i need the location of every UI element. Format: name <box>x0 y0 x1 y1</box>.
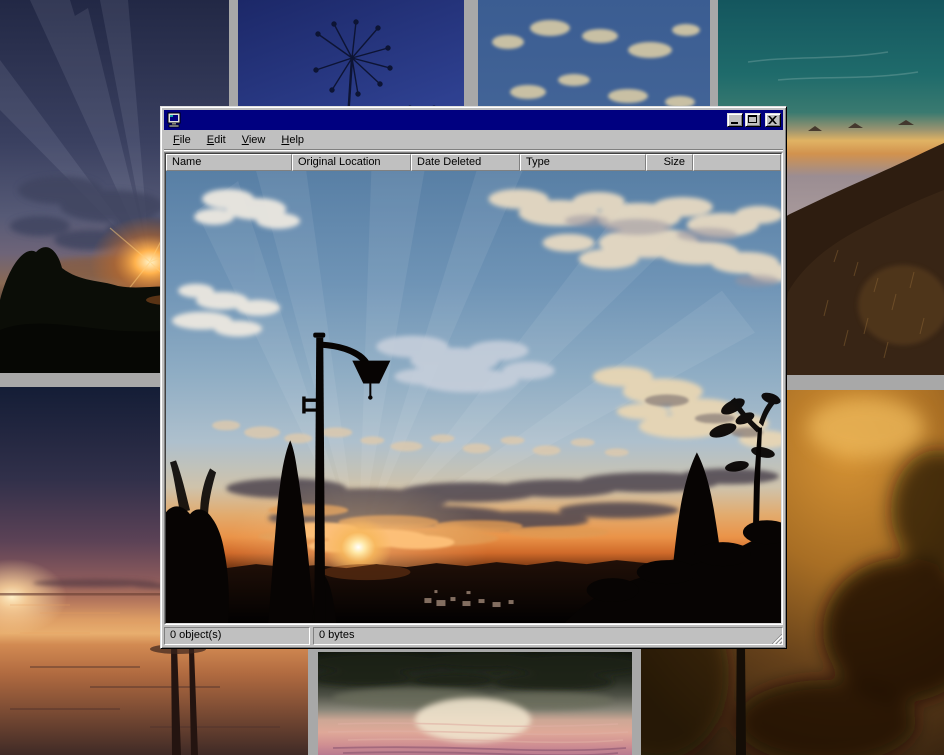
minimize-button[interactable] <box>727 113 743 127</box>
close-icon <box>768 116 777 124</box>
menu-file-accel: F <box>173 134 180 146</box>
resize-grip-icon[interactable] <box>770 632 782 644</box>
status-object-count: 0 object(s) <box>164 627 310 645</box>
sunset-lamp-photo <box>166 171 781 623</box>
status-bar: 0 object(s) 0 bytes <box>164 627 783 645</box>
menu-bar: File Edit View Help <box>164 131 783 149</box>
menu-view-accel: V <box>242 134 249 146</box>
minimize-icon <box>731 122 738 124</box>
window-titlebar[interactable] <box>164 110 783 130</box>
column-header-original-location[interactable]: Original Location <box>292 154 411 171</box>
status-total-size: 0 bytes <box>313 627 783 645</box>
menu-help-label: elp <box>289 134 304 146</box>
column-header-type[interactable]: Type <box>520 154 646 171</box>
menu-help[interactable]: Help <box>273 133 312 148</box>
menu-file[interactable]: File <box>165 133 199 148</box>
menu-view[interactable]: View <box>234 133 274 148</box>
close-button[interactable] <box>765 113 781 127</box>
menu-edit-accel: E <box>207 134 214 146</box>
menu-view-label: iew <box>249 134 266 146</box>
column-header-row: Name Original Location Date Deleted Type… <box>166 154 781 171</box>
menu-file-label: ile <box>180 134 191 146</box>
recycle-bin-window: File Edit View Help Name Original Locati… <box>160 106 787 649</box>
desktop: { "desktop": { "background_color": "#a8a… <box>0 0 944 755</box>
column-header-blank[interactable] <box>693 154 781 171</box>
column-header-date-deleted[interactable]: Date Deleted <box>411 154 520 171</box>
maximize-icon <box>748 115 757 123</box>
maximize-button[interactable] <box>745 113 761 127</box>
menu-edit-label: dit <box>214 134 226 146</box>
column-header-size[interactable]: Size <box>646 154 693 171</box>
menu-edit[interactable]: Edit <box>199 133 234 148</box>
water-reflection-image <box>318 652 632 755</box>
column-header-name[interactable]: Name <box>166 154 292 171</box>
menu-separator <box>164 149 783 151</box>
computer-icon[interactable] <box>166 112 182 128</box>
list-viewport[interactable] <box>166 171 781 623</box>
listview-frame: Name Original Location Date Deleted Type… <box>164 152 783 625</box>
listview: Name Original Location Date Deleted Type… <box>165 153 782 624</box>
wallpaper-photo-water-reflection <box>318 652 632 755</box>
